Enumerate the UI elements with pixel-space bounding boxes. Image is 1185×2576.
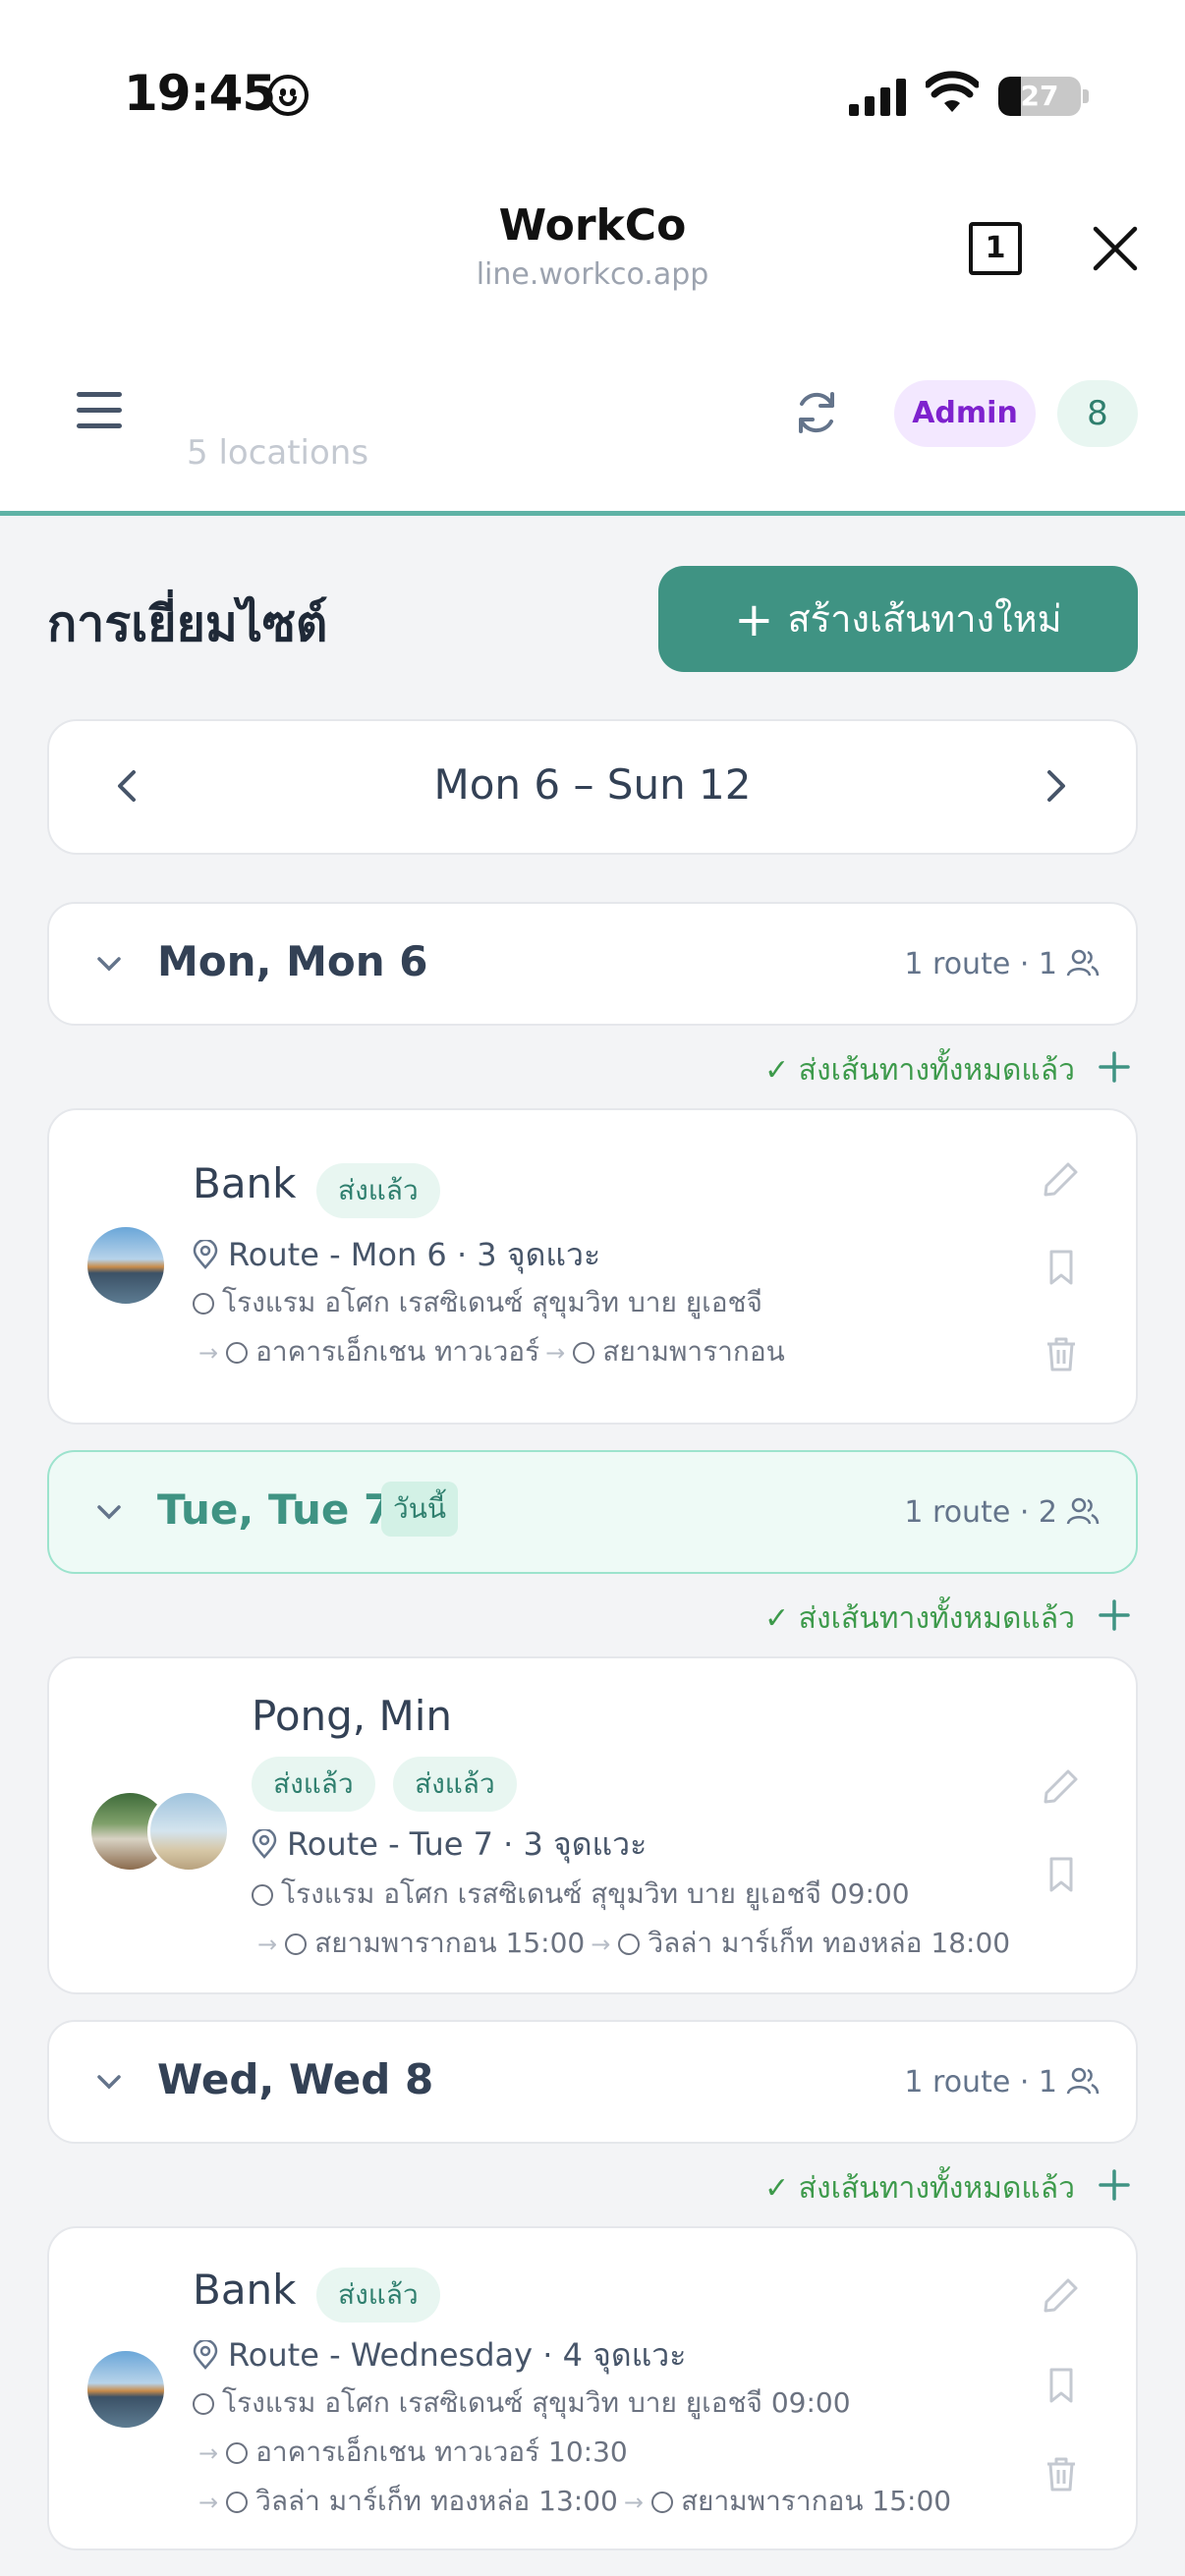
people-icon xyxy=(1066,949,1100,977)
smiley-icon xyxy=(267,75,309,116)
people-icon xyxy=(1066,2067,1100,2095)
pencil-icon[interactable] xyxy=(1042,1159,1081,1199)
stop-line: โรงแรม อโศก เรสซิเดนซ์ สุขุมวิท บาย ยูเอ… xyxy=(252,1873,910,1916)
day-header-tue[interactable]: Tue, Tue 7 วันนี้ 1 route · 2 xyxy=(47,1450,1138,1574)
pencil-icon[interactable] xyxy=(1042,2275,1081,2315)
stop-name: สยามพารากอน xyxy=(602,1335,785,1368)
chevron-down-icon[interactable] xyxy=(94,949,124,979)
map-pin-icon xyxy=(252,1829,277,1859)
route-summary: Route - Mon 6 · 3 จุดแวะ xyxy=(193,1230,600,1280)
battery-icon: 27 xyxy=(998,77,1081,116)
chevron-down-icon[interactable] xyxy=(94,1497,124,1527)
route-card[interactable]: Bank ส่งแล้ว Route - Wednesday · 4 จุดแว… xyxy=(47,2226,1138,2550)
add-route-icon[interactable] xyxy=(1097,1597,1132,1633)
count-badge[interactable]: 8 xyxy=(1057,380,1138,447)
browser-header: WorkCo line.workco.app 1 xyxy=(0,167,1185,339)
refresh-icon[interactable] xyxy=(792,388,841,437)
stop-line: → สยามพารากอน 15:00 → วิลล่า มาร์เก็ท ทองหล… xyxy=(257,1927,1011,1959)
page-title: การเยี่ยมไซต์ xyxy=(47,595,328,652)
stop-name: อาคารเอ็กเชน ทาวเวอร์ 10:30 xyxy=(255,2436,628,2468)
bookmark-icon[interactable] xyxy=(1042,1855,1081,1894)
pencil-icon[interactable] xyxy=(1042,1766,1081,1806)
avatar xyxy=(85,2348,167,2431)
cellular-signal-icon xyxy=(849,77,908,116)
day-title: Wed, Wed 8 xyxy=(157,2055,434,2103)
plus-icon: + xyxy=(734,592,774,647)
wifi-icon xyxy=(926,71,979,112)
stop-line: โรงแรม อโศก เรสซิเดนซ์ สุขุมวิท บาย ยูเอ… xyxy=(193,2381,851,2425)
menu-icon[interactable] xyxy=(77,390,122,429)
status-bar: 19:45 27 xyxy=(0,0,1185,167)
trash-icon[interactable] xyxy=(1042,2454,1081,2493)
route-card[interactable]: Pong, Min ส่งแล้ว ส่งแล้ว Route - Tue 7 … xyxy=(47,1656,1138,1994)
app-header: 5 locations Admin 8 xyxy=(0,339,1185,516)
close-icon[interactable] xyxy=(1091,224,1140,273)
map-pin-icon xyxy=(193,1240,218,1269)
status-badge: ส่งแล้ว xyxy=(316,1163,440,1218)
avatar xyxy=(147,1790,230,1873)
day-route-count: 1 route · 1 xyxy=(904,947,1057,981)
week-navigator: Mon 6 – Sun 12 xyxy=(47,719,1138,855)
stop-name: โรงแรม อโศก เรสซิเดนซ์ สุขุมวิท บาย ยูเอ… xyxy=(281,1877,910,1910)
stop-name: โรงแรม อโศก เรสซิเดนซ์ สุขุมวิท บาย ยูเอ… xyxy=(222,2386,851,2419)
route-summary: Route - Wednesday · 4 จุดแวะ xyxy=(193,2330,686,2380)
stop-name: โรงแรม อโศก เรสซิเดนซ์ สุขุมวิท บาย ยูเอ… xyxy=(222,1286,762,1318)
battery-cap xyxy=(1083,89,1089,103)
add-route-icon[interactable] xyxy=(1097,2167,1132,2203)
day-header-wed[interactable]: Wed, Wed 8 1 route · 1 xyxy=(47,2020,1138,2144)
day-route-count: 1 route · 1 xyxy=(904,2065,1057,2100)
bookmark-icon[interactable] xyxy=(1042,1248,1081,1287)
trash-icon[interactable] xyxy=(1042,1334,1081,1373)
status-badge: ส่งแล้ว xyxy=(316,2268,440,2323)
day-title: Mon, Mon 6 xyxy=(157,937,428,985)
map-pin-icon xyxy=(193,2340,218,2370)
stop-line: → อาคารเอ็กเชน ทาวเวอร์ → สยามพารากอน xyxy=(198,1335,785,1368)
stop-line: → วิลล่า มาร์เก็ท ทองหล่อ 13:00 → สยามพาราก… xyxy=(198,2485,952,2517)
new-route-label: สร้างเส้นทางใหม่ xyxy=(787,597,1062,641)
status-badge: ส่งแล้ว xyxy=(393,1757,517,1812)
avatar xyxy=(85,1224,167,1307)
day-route-count: 1 route · 2 xyxy=(904,1495,1057,1530)
stop-name: อาคารเอ็กเชน ทาวเวอร์ xyxy=(255,1335,540,1368)
route-assignee: Pong, Min xyxy=(252,1692,453,1740)
stop-name: วิลล่า มาร์เก็ท ทองหล่อ 13:00 xyxy=(255,2485,618,2517)
role-badge: Admin xyxy=(894,380,1036,447)
route-assignee: Bank xyxy=(193,1159,297,1207)
route-summary-text: Route - Mon 6 · 3 จุดแวะ xyxy=(228,1236,601,1273)
day-header-mon[interactable]: Mon, Mon 6 1 route · 1 xyxy=(47,902,1138,1026)
route-summary-text: Route - Tue 7 · 3 จุดแวะ xyxy=(287,1825,648,1863)
people-icon xyxy=(1066,1497,1100,1525)
scrolled-peek-text: 5 locations xyxy=(187,433,369,473)
route-assignee: Bank xyxy=(193,2266,297,2314)
today-badge: วันนี้ xyxy=(381,1482,459,1537)
chevron-right-icon[interactable] xyxy=(1042,766,1071,806)
route-summary-text: Route - Wednesday · 4 จุดแวะ xyxy=(228,2336,687,2374)
new-route-button[interactable]: + สร้างเส้นทางใหม่ xyxy=(658,566,1138,672)
stop-name: วิลล่า มาร์เก็ท ทองหล่อ 18:00 xyxy=(648,1927,1011,1959)
all-routes-sent-label: ✓ ส่งเส้นทางทั้งหมดแล้ว xyxy=(764,2171,1075,2206)
chevron-down-icon[interactable] xyxy=(94,2067,124,2097)
all-routes-sent-label: ✓ ส่งเส้นทางทั้งหมดแล้ว xyxy=(764,1601,1075,1636)
status-time: 19:45 xyxy=(124,65,276,122)
status-badge: ส่งแล้ว xyxy=(252,1757,375,1812)
tabs-icon[interactable]: 1 xyxy=(969,222,1022,275)
all-routes-sent-label: ✓ ส่งเส้นทางทั้งหมดแล้ว xyxy=(764,1053,1075,1088)
battery-level: 27 xyxy=(1020,80,1059,112)
stop-line: → อาคารเอ็กเชน ทาวเวอร์ 10:30 xyxy=(198,2436,628,2468)
week-range-label: Mon 6 – Sun 12 xyxy=(433,760,752,809)
route-summary: Route - Tue 7 · 3 จุดแวะ xyxy=(252,1820,647,1870)
add-route-icon[interactable] xyxy=(1097,1049,1132,1085)
bookmark-icon[interactable] xyxy=(1042,2366,1081,2405)
stop-name: สยามพารากอน 15:00 xyxy=(314,1927,586,1959)
day-title: Tue, Tue 7 xyxy=(157,1485,393,1534)
stop-line: โรงแรม อโศก เรสซิเดนซ์ สุขุมวิท บาย ยูเอ… xyxy=(193,1281,762,1324)
stop-name: สยามพารากอน 15:00 xyxy=(680,2485,952,2517)
route-card[interactable]: Bank ส่งแล้ว Route - Mon 6 · 3 จุดแวะ โร… xyxy=(47,1108,1138,1425)
